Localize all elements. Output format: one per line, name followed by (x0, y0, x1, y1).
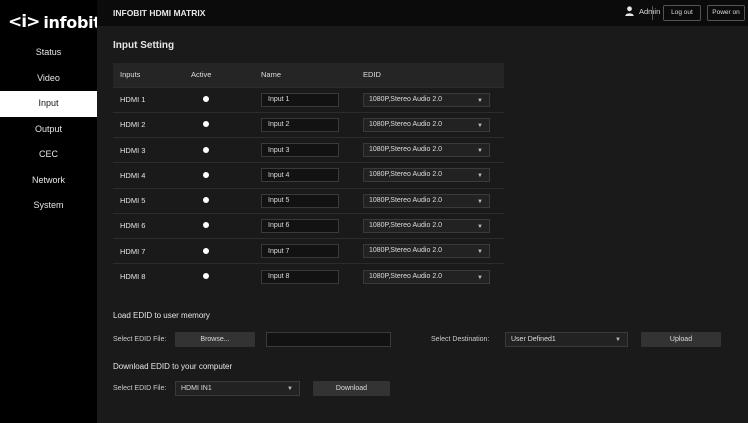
table-row: HDMI 7 1080P,Stereo Audio 2.0 ▼ (113, 237, 504, 264)
active-indicator-icon (203, 96, 209, 103)
input-name-field[interactable] (261, 117, 339, 132)
sidebar-item-cec[interactable]: CEC (0, 142, 97, 168)
download-edid-select-value: HDMI IN1 (181, 385, 212, 392)
select-destination-label: Select Destination: (431, 336, 490, 343)
edid-select[interactable]: 1080P,Stereo Audio 2.0 ▼ (363, 218, 490, 233)
edid-select-value: 1080P,Stereo Audio 2.0 (369, 272, 443, 280)
caret-down-icon: ▼ (477, 122, 483, 129)
infobit-logo-icon: <i> (8, 12, 40, 32)
table-row: HDMI 6 1080P,Stereo Audio 2.0 ▼ (113, 212, 504, 239)
active-indicator-icon (203, 146, 209, 153)
input-label: HDMI 1 (113, 86, 191, 113)
caret-down-icon: ▼ (477, 198, 483, 205)
active-indicator-icon (203, 171, 209, 178)
load-edid-title: Load EDID to user memory (113, 311, 210, 320)
edid-select-value: 1080P,Stereo Audio 2.0 (369, 146, 443, 154)
edid-select-value: 1080P,Stereo Audio 2.0 (369, 247, 443, 255)
table-row: HDMI 4 1080P,Stereo Audio 2.0 ▼ (113, 162, 504, 188)
download-edid-title: Download EDID to your computer (113, 362, 233, 371)
edid-select[interactable]: 1080P,Stereo Audio 2.0 ▼ (363, 143, 490, 158)
section-title-input-setting: Input Setting (113, 40, 175, 51)
power-on-button[interactable]: Power on (707, 5, 745, 21)
caret-down-icon: ▼ (477, 97, 483, 104)
user-name: Admin (639, 6, 661, 16)
input-name-field[interactable] (261, 244, 339, 259)
load-select-file-label: Select EDID File: (113, 336, 167, 343)
caret-down-icon: ▼ (477, 173, 483, 180)
sidebar: <i> infobit Status Video Input Output CE… (0, 0, 101, 423)
edid-select[interactable]: 1080P,Stereo Audio 2.0 ▼ (363, 193, 490, 208)
logo: <i> infobit (8, 12, 101, 32)
destination-select[interactable]: User Defined1 ▼ (505, 332, 628, 347)
active-indicator-icon (203, 273, 209, 280)
sidebar-item-system[interactable]: System (0, 193, 97, 219)
browse-button[interactable]: Browse... (175, 332, 255, 347)
table-row: HDMI 3 1080P,Stereo Audio 2.0 ▼ (113, 136, 504, 163)
edid-select[interactable]: 1080P,Stereo Audio 2.0 ▼ (363, 269, 490, 284)
input-label: HDMI 8 (113, 263, 191, 289)
edid-select[interactable]: 1080P,Stereo Audio 2.0 ▼ (363, 244, 490, 259)
input-name-field[interactable] (261, 143, 339, 158)
edid-select-value: 1080P,Stereo Audio 2.0 (369, 95, 443, 103)
main-content: Input Setting Inputs Active Name EDID HD… (97, 26, 748, 423)
edid-select-value: 1080P,Stereo Audio 2.0 (369, 196, 443, 204)
input-label: HDMI 2 (113, 111, 191, 138)
caret-down-icon: ▼ (477, 249, 483, 256)
logout-button[interactable]: Log out (663, 5, 701, 21)
table-row: HDMI 5 1080P,Stereo Audio 2.0 ▼ (113, 187, 504, 214)
input-name-field[interactable] (261, 193, 339, 208)
upload-button[interactable]: Upload (641, 332, 721, 347)
column-header-edid: EDID (363, 63, 504, 87)
header-divider (652, 6, 653, 20)
active-indicator-icon (203, 121, 209, 128)
column-header-active: Active (191, 63, 261, 87)
download-select-file-label: Select EDID File: (113, 385, 167, 392)
active-indicator-icon (203, 197, 209, 204)
table-header-row: Inputs Active Name EDID (113, 63, 504, 87)
destination-select-value: User Defined1 (511, 336, 556, 343)
logo-text: infobit (43, 12, 101, 32)
edid-select[interactable]: 1080P,Stereo Audio 2.0 ▼ (363, 117, 490, 132)
app-title: INFOBIT HDMI MATRIX (113, 8, 206, 18)
caret-down-icon: ▼ (477, 274, 483, 281)
column-header-inputs: Inputs (113, 63, 191, 87)
edid-select[interactable]: 1080P,Stereo Audio 2.0 ▼ (363, 168, 490, 183)
input-name-field[interactable] (261, 92, 339, 107)
column-header-name: Name (261, 63, 363, 87)
input-label: HDMI 4 (113, 162, 191, 188)
edid-select-value: 1080P,Stereo Audio 2.0 (369, 221, 443, 229)
caret-down-icon: ▼ (615, 337, 621, 343)
sidebar-item-video[interactable]: Video (0, 66, 97, 92)
header-bar: INFOBIT HDMI MATRIX Admin Log out Power … (97, 0, 748, 26)
edid-select-value: 1080P,Stereo Audio 2.0 (369, 120, 443, 128)
input-label: HDMI 5 (113, 187, 191, 214)
download-button[interactable]: Download (313, 381, 390, 396)
sidebar-item-input[interactable]: Input (0, 91, 97, 117)
active-indicator-icon (203, 247, 209, 254)
sidebar-nav: Status Video Input Output CEC Network Sy… (0, 40, 97, 219)
sidebar-item-status[interactable]: Status (0, 40, 97, 66)
input-name-field[interactable] (261, 168, 339, 183)
input-label: HDMI 7 (113, 237, 191, 264)
edid-select-value: 1080P,Stereo Audio 2.0 (369, 171, 443, 179)
caret-down-icon: ▼ (477, 223, 483, 230)
input-label: HDMI 3 (113, 136, 191, 163)
sidebar-item-network[interactable]: Network (0, 168, 97, 194)
sidebar-item-output[interactable]: Output (0, 117, 97, 143)
active-indicator-icon (203, 222, 209, 229)
table-row: HDMI 8 1080P,Stereo Audio 2.0 ▼ (113, 263, 504, 289)
table-row: HDMI 2 1080P,Stereo Audio 2.0 ▼ (113, 111, 504, 138)
input-name-field[interactable] (261, 218, 339, 233)
edid-select[interactable]: 1080P,Stereo Audio 2.0 ▼ (363, 92, 490, 107)
input-label: HDMI 6 (113, 212, 191, 239)
caret-down-icon: ▼ (287, 386, 293, 392)
user-icon (625, 6, 634, 16)
caret-down-icon: ▼ (477, 148, 483, 155)
edid-file-path-field[interactable] (266, 332, 391, 347)
input-name-field[interactable] (261, 269, 339, 284)
user-info: Admin (625, 6, 660, 16)
input-table: Inputs Active Name EDID HDMI 1 1080P,Ste… (113, 63, 504, 289)
download-edid-select[interactable]: HDMI IN1 ▼ (175, 381, 300, 396)
table-row: HDMI 1 1080P,Stereo Audio 2.0 ▼ (113, 86, 504, 113)
